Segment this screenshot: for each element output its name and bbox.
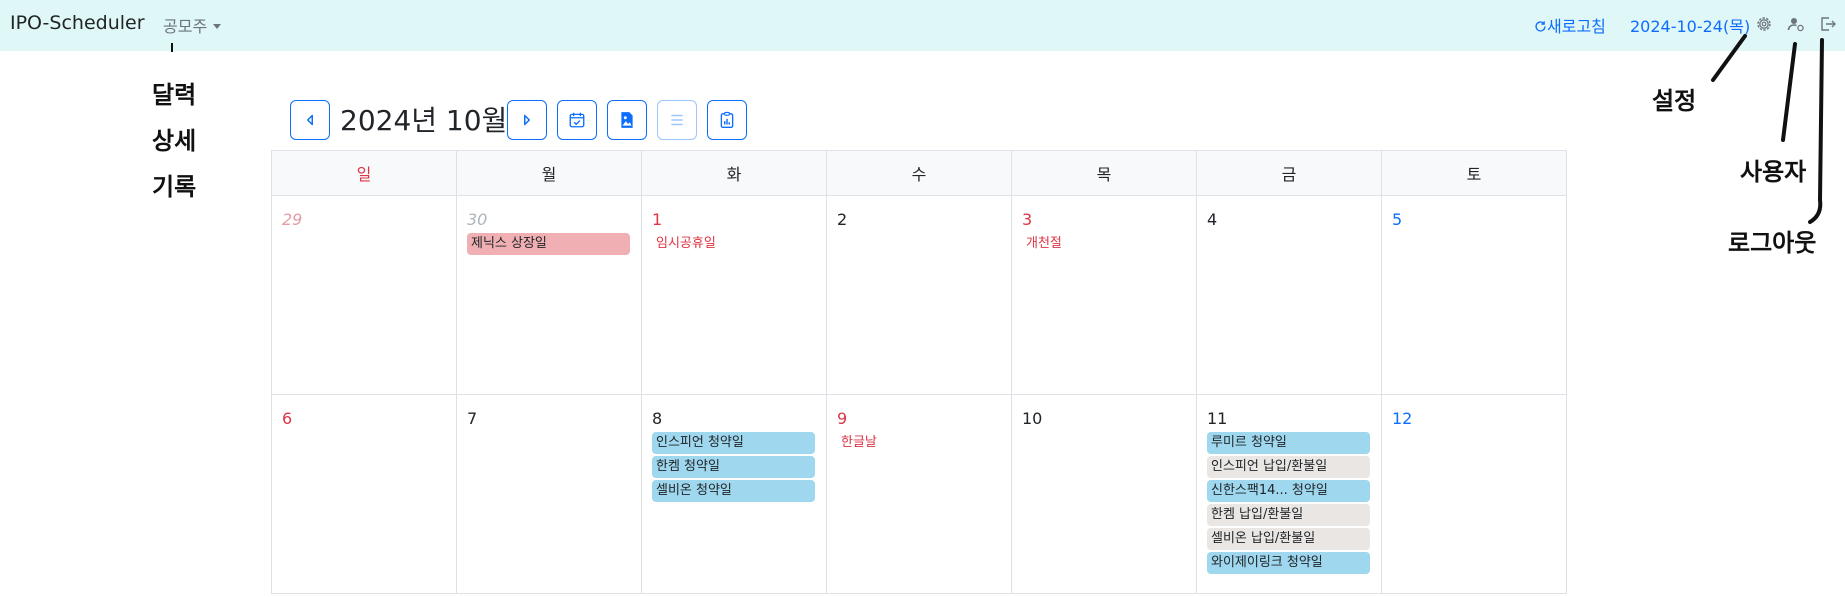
gear-icon bbox=[1757, 17, 1771, 31]
day-cell[interactable]: 8 인스피언 청약일 한켐 청약일 셀비온 청약일 bbox=[641, 394, 827, 594]
ipo-menu-label: 공모주 bbox=[163, 17, 208, 36]
day-number: 30 bbox=[467, 210, 488, 229]
day-number: 3 bbox=[1022, 210, 1033, 229]
report-button[interactable] bbox=[707, 100, 747, 140]
next-month-button[interactable] bbox=[507, 100, 547, 140]
weekday-mon: 월 bbox=[456, 150, 642, 196]
day-number: 12 bbox=[1392, 409, 1413, 428]
brand-title[interactable]: IPO-Scheduler bbox=[10, 12, 145, 34]
week-row-2: 6 7 8 인스피언 청약일 한켐 청약일 셀비온 청약일 9 한글날 10 1… bbox=[271, 394, 1567, 594]
payment-event[interactable]: 인스피언 납입/환불일 bbox=[1207, 456, 1370, 478]
payment-event[interactable]: 한켐 납입/환불일 bbox=[1207, 504, 1370, 526]
weekday-thu: 목 bbox=[1011, 150, 1197, 196]
annotation-user: 사용자 bbox=[1740, 158, 1807, 186]
day-cell[interactable]: 11 루미르 청약일 인스피언 납입/환불일 신한스팩14... 청약일 한켐 … bbox=[1196, 394, 1382, 594]
holiday-label: 개천절 bbox=[1026, 236, 1062, 251]
day-cell[interactable]: 2 bbox=[826, 195, 1012, 395]
annotation-settings: 설정 bbox=[1652, 87, 1697, 115]
list-icon bbox=[671, 114, 683, 126]
day-cell[interactable]: 10 bbox=[1011, 394, 1197, 594]
refresh-link[interactable]: 새로고침 bbox=[1534, 13, 1606, 37]
refresh-icon bbox=[1535, 21, 1546, 32]
day-cell[interactable]: 6 bbox=[271, 394, 457, 594]
day-number: 10 bbox=[1022, 409, 1043, 428]
day-number: 4 bbox=[1207, 210, 1218, 229]
logout-button[interactable] bbox=[1818, 14, 1838, 34]
month-calendar: 일 월 화 수 목 금 토 29 30 제닉스 상장일 1 임시공휴일 2 3 … bbox=[271, 150, 1567, 594]
annotation-record: 기록 bbox=[152, 173, 197, 201]
user-settings-button[interactable] bbox=[1786, 14, 1806, 34]
weekday-sun: 일 bbox=[271, 150, 457, 196]
day-cell[interactable]: 1 임시공휴일 bbox=[641, 195, 827, 395]
day-number: 11 bbox=[1207, 409, 1228, 428]
prev-month-button[interactable] bbox=[290, 100, 330, 140]
subscription-event[interactable]: 한켐 청약일 bbox=[652, 456, 815, 478]
day-cell[interactable]: 5 bbox=[1381, 195, 1567, 395]
refresh-label: 새로고침 bbox=[1547, 17, 1606, 36]
annotation-detail: 상세 bbox=[152, 127, 197, 155]
weekday-tue: 화 bbox=[641, 150, 827, 196]
subscription-event[interactable]: 셀비온 청약일 bbox=[652, 480, 815, 502]
day-number: 2 bbox=[837, 210, 848, 229]
subscription-event[interactable]: 인스피언 청약일 bbox=[652, 432, 815, 454]
logout-icon bbox=[1821, 17, 1836, 31]
day-cell[interactable]: 12 bbox=[1381, 394, 1567, 594]
ipo-menu-dropdown[interactable]: 공모주 bbox=[163, 13, 222, 37]
weekday-sat: 토 bbox=[1381, 150, 1567, 196]
settings-button[interactable] bbox=[1754, 14, 1774, 34]
day-number: 7 bbox=[467, 409, 478, 428]
navbar: IPO-Scheduler 공모주 새로고침 2024-10-24(목) bbox=[0, 0, 1845, 51]
day-number: 1 bbox=[652, 210, 663, 229]
caret-right-icon bbox=[524, 114, 530, 126]
calendar-check-icon bbox=[569, 112, 585, 128]
annotation-calendar: 달력 bbox=[152, 81, 197, 109]
annotation-logout: 로그아웃 bbox=[1728, 229, 1817, 257]
weekday-header-row: 일 월 화 수 목 금 토 bbox=[271, 150, 1567, 196]
day-cell[interactable]: 30 제닉스 상장일 bbox=[456, 195, 642, 395]
holiday-label: 임시공휴일 bbox=[656, 236, 716, 251]
day-number: 6 bbox=[282, 409, 293, 428]
user-gear-icon bbox=[1787, 18, 1804, 32]
image-file-icon bbox=[621, 112, 633, 128]
weekday-fri: 금 bbox=[1196, 150, 1382, 196]
day-number: 29 bbox=[282, 210, 303, 229]
day-cell[interactable]: 29 bbox=[271, 195, 457, 395]
week-row-1: 29 30 제닉스 상장일 1 임시공휴일 2 3 개천절 4 5 bbox=[271, 195, 1567, 395]
payment-event[interactable]: 셀비온 납입/환불일 bbox=[1207, 528, 1370, 550]
clipboard-chart-icon bbox=[720, 111, 734, 128]
day-cell[interactable]: 9 한글날 bbox=[826, 394, 1012, 594]
day-cell[interactable]: 4 bbox=[1196, 195, 1382, 395]
subscription-event[interactable]: 와이제이링크 청약일 bbox=[1207, 552, 1370, 574]
listing-event[interactable]: 제닉스 상장일 bbox=[467, 233, 630, 255]
weekday-wed: 수 bbox=[826, 150, 1012, 196]
day-number: 8 bbox=[652, 409, 663, 428]
caret-left-icon bbox=[307, 114, 313, 126]
caret-down-icon bbox=[213, 24, 222, 29]
list-view-button[interactable] bbox=[657, 100, 697, 140]
day-number: 9 bbox=[837, 409, 848, 428]
subscription-event[interactable]: 루미르 청약일 bbox=[1207, 432, 1370, 454]
day-cell[interactable]: 7 bbox=[456, 394, 642, 594]
today-button[interactable] bbox=[557, 100, 597, 140]
image-export-button[interactable] bbox=[607, 100, 647, 140]
day-cell[interactable]: 3 개천절 bbox=[1011, 195, 1197, 395]
today-date-link[interactable]: 2024-10-24(목) bbox=[1630, 13, 1750, 37]
holiday-label: 한글날 bbox=[841, 435, 877, 450]
month-title: 2024년 10월 bbox=[340, 104, 508, 137]
day-number: 5 bbox=[1392, 210, 1403, 229]
subscription-event[interactable]: 신한스팩14... 청약일 bbox=[1207, 480, 1370, 502]
